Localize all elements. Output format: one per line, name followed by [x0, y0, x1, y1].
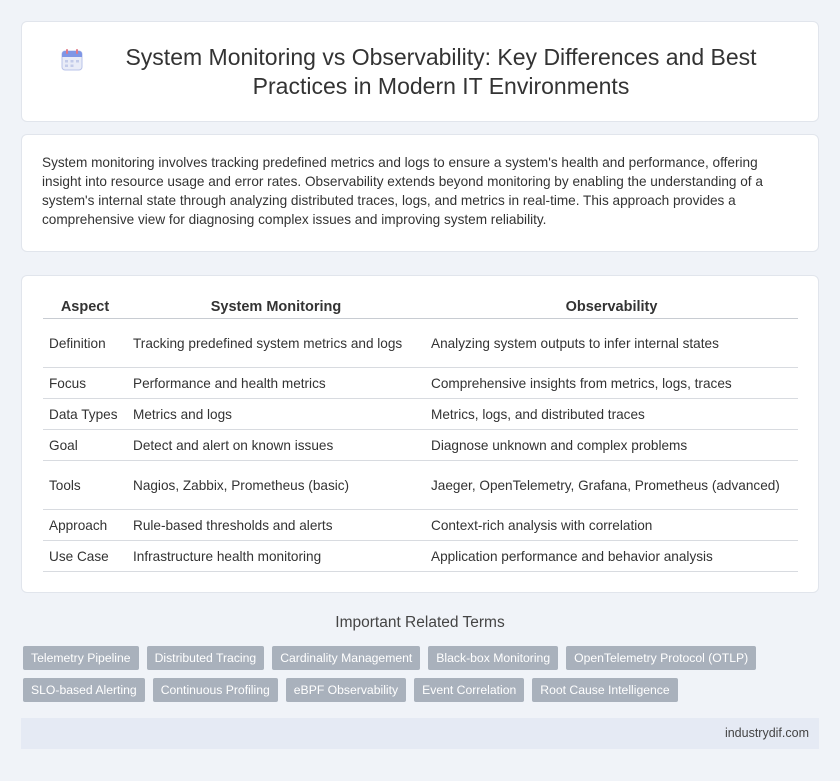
monitoring-cell: Tracking predefined system metrics and l…	[127, 318, 425, 368]
tag-event-correlation[interactable]: Event Correlation	[414, 678, 525, 702]
calendar-icon	[60, 48, 84, 72]
table-header-row: Aspect System Monitoring Observability	[43, 296, 798, 319]
intro-card: System monitoring involves tracking pred…	[21, 134, 819, 252]
tag-black-box-monitoring[interactable]: Black-box Monitoring	[428, 646, 559, 670]
footer: industrydif.com	[21, 718, 819, 749]
monitoring-cell: Infrastructure health monitoring	[127, 540, 425, 572]
aspect-cell: Data Types	[43, 398, 127, 430]
tag-slo-based-alerting[interactable]: SLO-based Alerting	[23, 678, 145, 702]
header-system-monitoring: System Monitoring	[127, 296, 425, 319]
aspect-cell: Focus	[43, 367, 127, 399]
observability-cell: Application performance and behavior ana…	[425, 540, 798, 572]
title-card: System Monitoring vs Observability: Key …	[21, 21, 819, 122]
monitoring-cell: Rule-based thresholds and alerts	[127, 509, 425, 541]
table-row: Use Case Infrastructure health monitorin…	[43, 540, 798, 572]
observability-cell: Metrics, logs, and distributed traces	[425, 398, 798, 430]
table-row: Goal Detect and alert on known issues Di…	[43, 429, 798, 461]
aspect-cell: Goal	[43, 429, 127, 461]
footer-site-link[interactable]: industrydif.com	[725, 726, 809, 740]
aspect-cell: Tools	[43, 460, 127, 510]
monitoring-cell: Performance and health metrics	[127, 367, 425, 399]
monitoring-cell: Detect and alert on known issues	[127, 429, 425, 461]
comparison-table: Aspect System Monitoring Observability D…	[43, 296, 798, 572]
observability-cell: Analyzing system outputs to infer intern…	[425, 318, 798, 368]
aspect-cell: Approach	[43, 509, 127, 541]
observability-cell: Context-rich analysis with correlation	[425, 509, 798, 541]
table-row: Focus Performance and health metrics Com…	[43, 367, 798, 399]
table-row: Tools Nagios, Zabbix, Prometheus (basic)…	[43, 460, 798, 510]
table-row: Definition Tracking predefined system me…	[43, 318, 798, 368]
aspect-cell: Use Case	[43, 540, 127, 572]
tag-ebpf-observability[interactable]: eBPF Observability	[285, 678, 407, 702]
page-title: System Monitoring vs Observability: Key …	[125, 43, 757, 99]
table-row: Data Types Metrics and logs Metrics, log…	[43, 398, 798, 430]
header-observability: Observability	[425, 296, 798, 319]
observability-cell: Comprehensive insights from metrics, log…	[425, 367, 798, 399]
tag-continuous-profiling[interactable]: Continuous Profiling	[152, 678, 278, 702]
observability-cell: Jaeger, OpenTelemetry, Grafana, Promethe…	[425, 460, 798, 510]
related-terms-heading: Important Related Terms	[335, 614, 505, 631]
related-terms-tags: Telemetry Pipeline Distributed Tracing C…	[23, 646, 819, 702]
aspect-cell: Definition	[43, 318, 127, 368]
tag-root-cause-intelligence[interactable]: Root Cause Intelligence	[532, 678, 678, 702]
table-row: Approach Rule-based thresholds and alert…	[43, 509, 798, 541]
observability-cell: Diagnose unknown and complex problems	[425, 429, 798, 461]
tag-cardinality-management[interactable]: Cardinality Management	[272, 646, 421, 670]
tag-opentelemetry-protocol[interactable]: OpenTelemetry Protocol (OTLP)	[566, 646, 757, 670]
tag-telemetry-pipeline[interactable]: Telemetry Pipeline	[23, 646, 139, 670]
monitoring-cell: Nagios, Zabbix, Prometheus (basic)	[127, 460, 425, 510]
header-aspect: Aspect	[43, 296, 127, 319]
tag-distributed-tracing[interactable]: Distributed Tracing	[146, 646, 265, 670]
monitoring-cell: Metrics and logs	[127, 398, 425, 430]
comparison-card: Aspect System Monitoring Observability D…	[21, 275, 819, 593]
intro-paragraph: System monitoring involves tracking pred…	[42, 155, 763, 227]
